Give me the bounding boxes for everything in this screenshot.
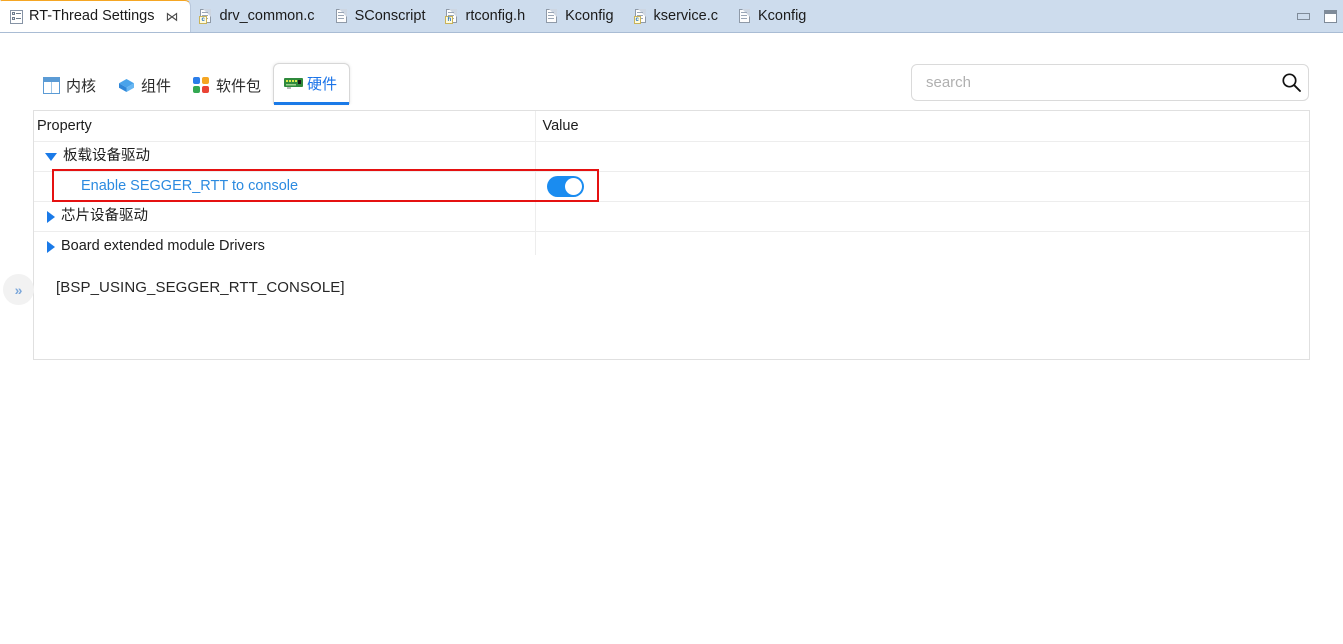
double-chevron-right-icon: » — [14, 281, 23, 298]
value-cell[interactable] — [534, 171, 1309, 202]
description-pane: [BSP_USING_SEGGER_RTT_CONSOLE] — [33, 255, 1310, 360]
packages-clover-icon — [193, 77, 210, 94]
close-icon[interactable]: ⋈ — [165, 10, 178, 23]
editor-tab-label: SConscript — [354, 7, 426, 24]
chevron-right-icon[interactable] — [47, 240, 55, 253]
editor-tab-label: Kconfig — [565, 7, 614, 24]
editor-tab-sconscript[interactable]: SConscript — [327, 0, 438, 32]
editor-tab-label: drv_common.c — [219, 7, 315, 24]
c-file-icon: c — [633, 8, 648, 24]
row-label: Board extended module Drivers — [61, 238, 265, 255]
editor-tab-kconfig-1[interactable]: Kconfig — [537, 0, 625, 32]
tab-kernel[interactable]: 内核 — [33, 68, 108, 104]
toggle-knob — [564, 178, 582, 195]
property-cell[interactable]: Enable SEGGER_RTT to console — [34, 171, 535, 202]
maximize-icon[interactable] — [1324, 9, 1337, 23]
value-cell — [534, 141, 1309, 172]
kernel-icon — [43, 77, 60, 94]
column-header-property-label: Property — [37, 118, 92, 134]
property-cell[interactable]: 板载设备驱动 — [34, 141, 535, 172]
editor-tab-rtconfig-h[interactable]: h rtconfig.h — [437, 0, 537, 32]
window-controls — [1297, 0, 1337, 32]
tab-hardware[interactable]: 硬件 — [273, 63, 351, 105]
editor-tab-rt-thread-settings[interactable]: RT-Thread Settings ⋈ — [0, 0, 192, 32]
settings-nav-tabs: 内核 组件 软件包 硬件 — [33, 62, 351, 105]
h-file-icon: h — [445, 8, 459, 24]
description-text: [BSP_USING_SEGGER_RTT_CONSOLE] — [56, 279, 345, 296]
chevron-down-icon[interactable] — [45, 152, 57, 161]
text-file-icon — [738, 8, 752, 24]
column-header-value: Value — [534, 111, 1309, 142]
tab-components[interactable]: 组件 — [108, 68, 183, 104]
editor-tab-label: rtconfig.h — [465, 7, 526, 24]
c-file-icon: c — [199, 8, 213, 24]
row-label: 芯片设备驱动 — [61, 208, 148, 225]
table-row[interactable]: 板载设备驱动 — [34, 141, 1309, 172]
text-file-icon — [545, 8, 559, 24]
property-table-panel: Property Value 板载设备驱动 Enable SEGGER_RTT … — [33, 110, 1310, 263]
column-header-property: Property — [34, 111, 535, 142]
search-input[interactable] — [912, 74, 1274, 91]
editor-tab-kconfig-2[interactable]: Kconfig — [730, 0, 818, 32]
editor-tab-label: RT-Thread Settings — [29, 8, 155, 25]
value-cell — [534, 201, 1309, 232]
editor-tab-label: kservice.c — [653, 7, 718, 24]
text-file-icon — [335, 8, 349, 24]
chevron-right-icon[interactable] — [47, 210, 55, 223]
editor-tab-bar: RT-Thread Settings ⋈ c drv_common.c SCon… — [0, 0, 1343, 33]
editor-tab-kservice-c[interactable]: c kservice.c — [626, 0, 730, 32]
minimize-icon[interactable] — [1297, 12, 1310, 20]
tab-label: 内核 — [66, 78, 97, 95]
tab-label: 软件包 — [216, 78, 262, 95]
restore-view-button[interactable]: » — [3, 274, 34, 305]
search-icon[interactable] — [1274, 72, 1308, 93]
editor-tab-label: Kconfig — [757, 7, 807, 24]
property-cell[interactable]: 芯片设备驱动 — [34, 201, 535, 232]
column-header-value-label: Value — [542, 118, 579, 134]
search-box[interactable] — [911, 64, 1309, 101]
tab-label: 硬件 — [307, 76, 338, 93]
editor-tab-drv-common-c[interactable]: c drv_common.c — [191, 0, 326, 32]
tab-label: 组件 — [141, 78, 172, 95]
table-row[interactable]: 芯片设备驱动 — [34, 201, 1309, 232]
row-label[interactable]: Enable SEGGER_RTT to console — [34, 179, 298, 194]
property-table: Property Value 板载设备驱动 Enable SEGGER_RTT … — [34, 111, 1309, 262]
row-label: 板载设备驱动 — [63, 148, 150, 165]
rt-thread-settings-window: RT-Thread Settings ⋈ c drv_common.c SCon… — [0, 0, 1343, 644]
table-header-row: Property Value — [34, 111, 1309, 142]
settings-icon — [9, 9, 23, 25]
components-cube-icon — [118, 77, 135, 94]
tab-packages[interactable]: 软件包 — [183, 68, 273, 104]
table-row[interactable]: Enable SEGGER_RTT to console — [34, 171, 1309, 202]
segger-rtt-console-toggle[interactable] — [546, 176, 584, 197]
hardware-board-icon — [284, 75, 304, 92]
